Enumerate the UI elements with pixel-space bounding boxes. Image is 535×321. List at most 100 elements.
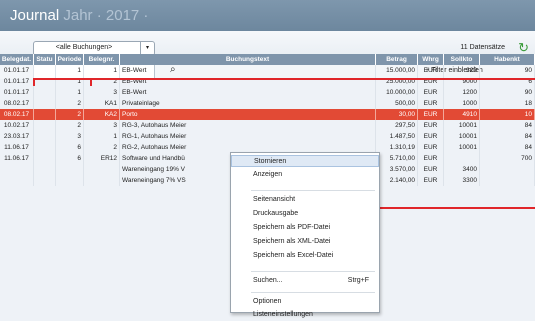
annotation-line xyxy=(33,78,35,86)
table-row[interactable]: 23.03.17 3 1 RG-1, Autohaus Meier 1.487,50 EU… xyxy=(0,131,535,142)
cell-haben: 700 xyxy=(480,153,535,164)
cell-period: 3 xyxy=(56,131,84,142)
cell-period: 2 xyxy=(56,98,84,109)
cell-status xyxy=(34,153,56,164)
menu-item-label: Speichern als PDF-Datei xyxy=(253,224,331,231)
menu-item-seitenansicht[interactable]: Seitenansicht xyxy=(231,194,379,206)
table-row[interactable]: 10.02.17 2 3 RG-3, Autohaus Meier 297,50 EUR 1… xyxy=(0,120,535,131)
cell-haben: 90 xyxy=(480,65,535,76)
cell-text: EB-Wert xyxy=(120,65,376,76)
column-header-status[interactable]: Statu xyxy=(34,54,56,65)
cell-period: 6 xyxy=(56,153,84,164)
column-header-date[interactable]: Belegdat. xyxy=(0,54,34,65)
cell-text: Privateinlage xyxy=(120,98,376,109)
cell-cur: EUR xyxy=(418,65,444,76)
cell-status xyxy=(34,131,56,142)
cell-amount: 500,00 xyxy=(376,98,418,109)
cell-nr: 2 xyxy=(84,142,120,153)
menu-separator xyxy=(251,190,375,191)
cell-period: 1 xyxy=(56,87,84,98)
cell-haben: 18 xyxy=(480,98,535,109)
menu-item-listeneinstellungen[interactable]: Listeneinstellungen xyxy=(231,309,379,321)
cell-haben: 90 xyxy=(480,87,535,98)
cell-nr: 3 xyxy=(84,87,120,98)
record-count: 11 Datensätze xyxy=(460,44,505,51)
column-header-haben[interactable]: Habenkt xyxy=(480,54,535,65)
menu-item-speichern-als-excel-datei[interactable]: Speichern als Excel-Datei xyxy=(231,250,379,262)
cell-soll: 3300 xyxy=(444,175,480,186)
table-row[interactable]: 08.02.17 2 KA1 Privateinlage 500,00 EUR 1000 18 xyxy=(0,98,535,109)
column-header-period[interactable]: Periode xyxy=(56,54,84,65)
menu-item-anzeigen[interactable]: Anzeigen xyxy=(231,169,379,181)
cell-nr: KA2 xyxy=(84,109,120,120)
column-header-soll[interactable]: Sollkto xyxy=(444,54,480,65)
cell-haben xyxy=(480,164,535,175)
cell-haben xyxy=(480,175,535,186)
cell-cur: EUR xyxy=(418,153,444,164)
cell-period: 2 xyxy=(56,120,84,131)
cell-date xyxy=(0,175,34,186)
cell-date: 01.01.17 xyxy=(0,87,34,98)
cell-amount: 10.000,00 xyxy=(376,87,418,98)
menu-separator xyxy=(251,271,375,272)
cell-haben: 10 xyxy=(480,109,535,120)
table-row[interactable]: 08.02.17 2 KA2 Porto 30,00 EUR 4910 10 xyxy=(0,109,535,120)
cell-amount: 2.140,00 xyxy=(376,175,418,186)
cell-amount: 30,00 xyxy=(376,109,418,120)
cell-soll: 1200 xyxy=(444,87,480,98)
cell-date: 01.01.17 xyxy=(0,65,34,76)
cell-cur: EUR xyxy=(418,109,444,120)
menu-item-suchen[interactable]: Suchen... Strg+F xyxy=(231,275,379,287)
menu-item-speichern-als-xml-datei[interactable]: Speichern als XML-Datei xyxy=(231,236,379,248)
menu-item-label: Speichern als XML-Datei xyxy=(253,238,331,245)
cell-amount: 1.487,50 xyxy=(376,131,418,142)
cell-date: 11.06.17 xyxy=(0,153,34,164)
year-selector[interactable]: Jahr · 2017 · xyxy=(63,7,148,24)
context-menu: Stornieren Anzeigen Seitenansicht Druckausg… xyxy=(230,152,380,318)
annotation-line xyxy=(90,78,92,86)
cell-date: 01.01.17 xyxy=(0,76,34,87)
cell-nr: ER12 xyxy=(84,153,120,164)
title-main: Journal xyxy=(10,7,60,24)
column-header-amount[interactable]: Betrag xyxy=(376,54,418,65)
cell-date xyxy=(0,164,34,175)
menu-item-stornieren[interactable]: Stornieren xyxy=(231,155,379,167)
cell-haben: 84 xyxy=(480,142,535,153)
menu-item-speichern-als-pdf-datei[interactable]: Speichern als PDF-Datei xyxy=(231,222,379,234)
cell-soll: 10001 xyxy=(444,131,480,142)
cell-status xyxy=(34,87,56,98)
menu-item-optionen[interactable]: Optionen xyxy=(231,296,379,308)
menu-item-druckausgabe[interactable]: Druckausgabe xyxy=(231,208,379,220)
cell-period xyxy=(56,164,84,175)
cell-cur: EUR xyxy=(418,98,444,109)
cell-date: 23.03.17 xyxy=(0,131,34,142)
cell-date: 08.02.17 xyxy=(0,109,34,120)
cell-date: 08.02.17 xyxy=(0,98,34,109)
cell-date: 10.02.17 xyxy=(0,120,34,131)
column-header-nr[interactable]: Belegnr. xyxy=(84,54,120,65)
cell-haben: 84 xyxy=(480,120,535,131)
column-header-cur[interactable]: Whrg xyxy=(418,54,444,65)
cell-nr: 1 xyxy=(84,131,120,142)
column-header-text[interactable]: Buchungstext xyxy=(120,54,376,65)
cell-soll: 3400 xyxy=(444,164,480,175)
menu-item-label: Optionen xyxy=(253,298,282,305)
menu-item-label: Speichern als Excel-Datei xyxy=(253,252,334,259)
filter-dropdown-value: <alle Buchungen> xyxy=(55,44,113,51)
menu-separator xyxy=(251,292,375,293)
cell-nr: 3 xyxy=(84,120,120,131)
menu-item-label: Suchen... xyxy=(253,277,283,284)
cell-nr: KA1 xyxy=(84,98,120,109)
menu-item-label: Druckausgabe xyxy=(253,210,299,217)
cell-soll: 320 xyxy=(444,65,480,76)
annotation-line xyxy=(376,207,535,209)
cell-soll: 1000 xyxy=(444,98,480,109)
cell-status xyxy=(34,142,56,153)
title-bar: Journal Jahr · 2017 · xyxy=(0,0,535,31)
table-row[interactable]: 01.01.17 1 1 EB-Wert 15.000,00 EUR 320 90 xyxy=(0,65,535,76)
cell-amount: 15.000,00 xyxy=(376,65,418,76)
table-row[interactable]: 01.01.17 1 3 EB-Wert 10.000,00 EUR 1200 90 xyxy=(0,87,535,98)
cell-cur: EUR xyxy=(418,164,444,175)
cell-period: 2 xyxy=(56,109,84,120)
cell-nr: 1 xyxy=(84,65,120,76)
